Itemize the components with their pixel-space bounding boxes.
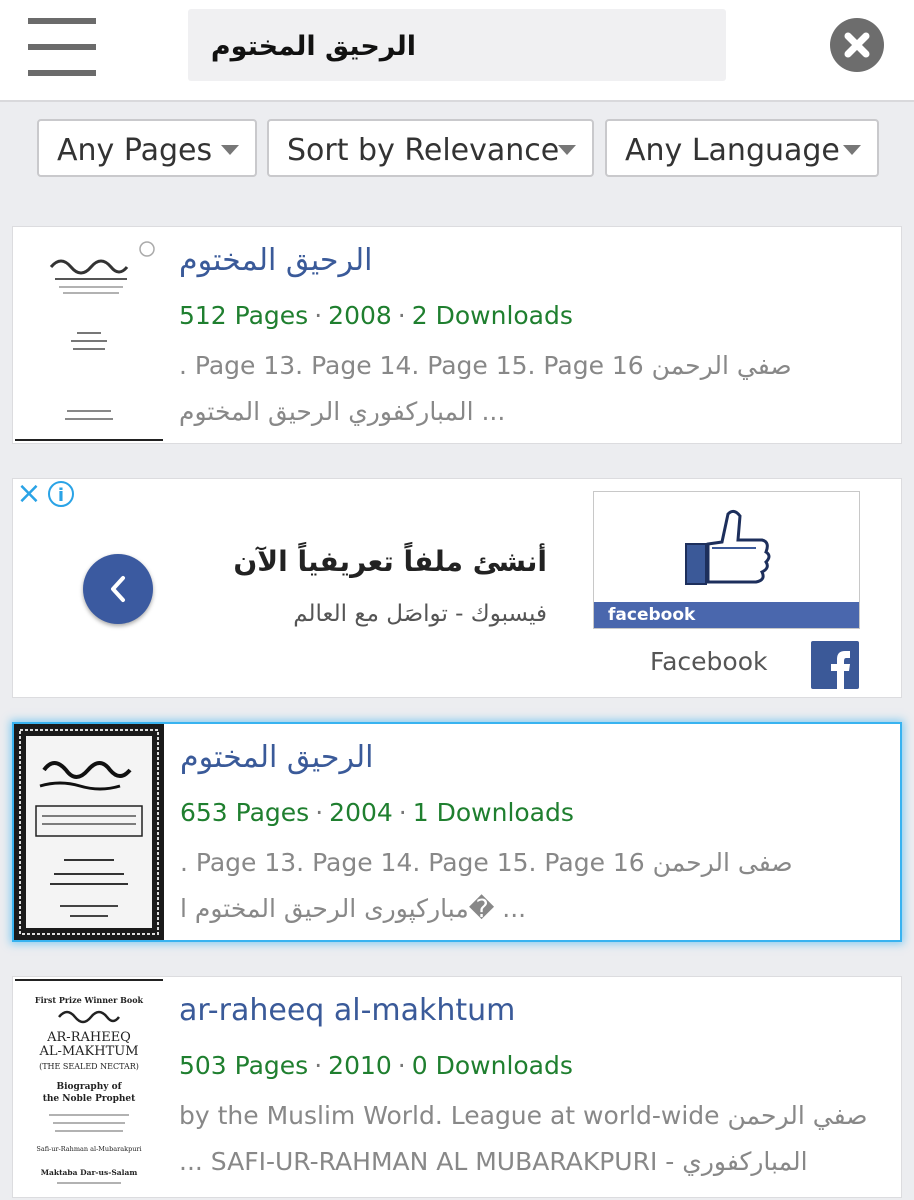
ad-subtext: فيسبوك - تواصَل مع العالم [293, 601, 547, 627]
cover-text: First Prize Winner Book [35, 995, 144, 1005]
search-query-text: الرحيق المختوم [210, 31, 416, 62]
result-snippet-line: ... �مبارکپوری الرحیق المختوم ا [180, 894, 527, 923]
book-cover-thumbnail[interactable] [14, 724, 164, 940]
cover-text: AL-MAKHTUM [38, 1044, 138, 1059]
result-title[interactable]: ar-raheeq al-makhtum [179, 993, 515, 1028]
result-card[interactable]: الرحيق المختوم 653 Pages · 2004 · 1 Download… [12, 722, 902, 942]
cover-text: Biography of [57, 1082, 123, 1092]
result-snippet-line: المباركفوري - SAFI-UR-RAHMAN AL MUBARAKP… [179, 1147, 808, 1176]
chevron-down-icon [221, 145, 239, 155]
result-snippet-line: صفي الرحمن Page 13. Page 14. Page 15. Pa… [179, 351, 792, 380]
download-count: 2 Downloads [411, 301, 573, 330]
result-card[interactable]: First Prize Winner Book AR-RAHEEQ AL-MAK… [12, 976, 902, 1198]
result-snippet-line: صفى الرحمن Page 13. Page 14. Page 15. Pa… [180, 848, 793, 877]
thumbs-up-icon [685, 509, 771, 585]
page-count: 512 Pages [179, 301, 309, 330]
publish-year: 2008 [328, 301, 392, 330]
ad-info-icon[interactable]: i [48, 481, 74, 507]
publish-year: 2010 [328, 1051, 392, 1080]
sort-filter-label: Sort by Relevance [287, 133, 560, 168]
close-icon [844, 32, 870, 58]
publish-year: 2004 [329, 798, 393, 827]
book-cover-thumbnail[interactable] [15, 229, 163, 441]
search-input[interactable]: الرحيق المختوم [188, 9, 726, 81]
ad-headline[interactable]: أنشئ ملفاً تعريفياً الآن [233, 545, 547, 578]
ad-back-button[interactable] [83, 554, 153, 624]
ad-close-icon[interactable]: × [13, 479, 45, 511]
sort-filter-dropdown[interactable]: Sort by Relevance [267, 119, 594, 177]
cover-text: AR-RAHEEQ [46, 1030, 131, 1045]
download-count: 1 Downloads [412, 798, 574, 827]
ad-brand-name[interactable]: Facebook [650, 647, 767, 676]
cover-text: the Noble Prophet [43, 1094, 136, 1104]
book-cover-thumbnail[interactable]: First Prize Winner Book AR-RAHEEQ AL-MAK… [15, 979, 163, 1195]
clear-search-button[interactable] [830, 18, 884, 72]
result-snippet-line: ... المباركفوري الرحيق المختوم [179, 397, 506, 426]
download-count: 0 Downloads [411, 1051, 573, 1080]
result-meta: 512 Pages · 2008 · 2 Downloads [179, 301, 573, 330]
hamburger-menu-icon[interactable] [28, 18, 96, 76]
result-meta: 653 Pages · 2004 · 1 Downloads [180, 798, 574, 827]
result-meta: 503 Pages · 2010 · 0 Downloads [179, 1051, 573, 1080]
cover-text: (THE SEALED NECTAR) [39, 1062, 139, 1071]
cover-text: Maktaba Dar-us-Salam [41, 1168, 138, 1177]
result-title[interactable]: الرحيق المختوم [180, 740, 374, 775]
chevron-left-icon [111, 576, 125, 602]
advertisement[interactable]: × i أنشئ ملفاً تعريفياً الآن فيسبوك - تو… [12, 478, 902, 698]
top-bar: الرحيق المختوم [0, 0, 914, 102]
result-card[interactable]: الرحيق المختوم 512 Pages · 2008 · 2 Download… [12, 226, 902, 444]
ad-image[interactable]: facebook [593, 491, 860, 629]
ad-image-caption: facebook [594, 602, 859, 628]
result-title[interactable]: الرحيق المختوم [179, 243, 373, 278]
chevron-down-icon [558, 145, 576, 155]
facebook-icon[interactable] [811, 641, 859, 689]
chevron-down-icon [843, 145, 861, 155]
page-count: 653 Pages [180, 798, 310, 827]
language-filter-dropdown[interactable]: Any Language [605, 119, 879, 177]
result-snippet-line: صفي الرحمن by the Muslim World. League a… [179, 1101, 868, 1130]
page-count: 503 Pages [179, 1051, 309, 1080]
pages-filter-label: Any Pages [57, 133, 213, 168]
cover-text: Safi-ur-Rahman al-Mubarakpuri [36, 1145, 141, 1153]
pages-filter-dropdown[interactable]: Any Pages [37, 119, 257, 177]
language-filter-label: Any Language [625, 133, 840, 168]
